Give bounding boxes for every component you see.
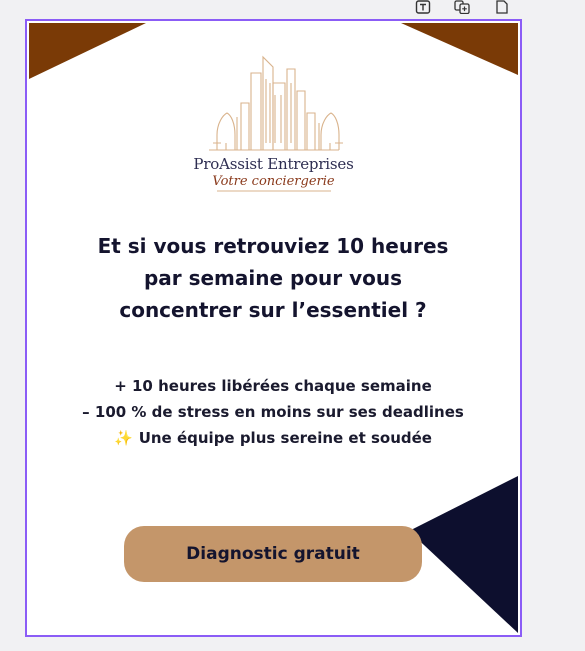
add-page-icon[interactable] [494, 0, 510, 14]
duplicate-page-icon[interactable] [454, 0, 470, 14]
top-left-corner-shape [29, 23, 146, 79]
headline-line: par semaine pour vous [143, 266, 403, 290]
bottom-right-triangle-shape [409, 476, 518, 633]
benefit-item: + 10 heures libérées chaque semaine [43, 373, 503, 399]
free-diagnostic-button[interactable]: Diagnostic gratuit [124, 526, 422, 582]
headline-line: Et si vous retrouviez 10 heures [97, 234, 449, 258]
headline: Et si vous retrouviez 10 heures par sema… [73, 230, 473, 326]
brand-name: ProAssist Entreprises [193, 155, 354, 173]
benefit-item: ✨ Une équipe plus sereine et soudée [43, 425, 503, 451]
editor-canvas: ProAssist Entreprises Votre conciergerie… [0, 0, 585, 651]
benefit-text: + 10 heures libérées chaque semaine [114, 377, 432, 395]
design-page: ProAssist Entreprises Votre conciergerie… [29, 23, 518, 633]
top-right-corner-shape [401, 23, 518, 75]
headline-line: concentrer sur l’essentiel ? [119, 298, 427, 322]
brand-tagline: Votre conciergerie [212, 174, 335, 189]
benefit-item: – 100 % de stress en moins sur ses deadl… [43, 399, 503, 425]
benefit-text: – 100 % de stress en moins sur ses deadl… [82, 403, 464, 421]
page-toolbar [405, 0, 515, 16]
benefit-text: Une équipe plus sereine et soudée [138, 429, 432, 447]
sparkles-icon: ✨ [114, 429, 133, 447]
benefits-list: + 10 heures libérées chaque semaine – 10… [43, 373, 503, 451]
text-box-icon[interactable] [415, 0, 431, 14]
design-page-frame[interactable]: ProAssist Entreprises Votre conciergerie… [25, 19, 522, 637]
